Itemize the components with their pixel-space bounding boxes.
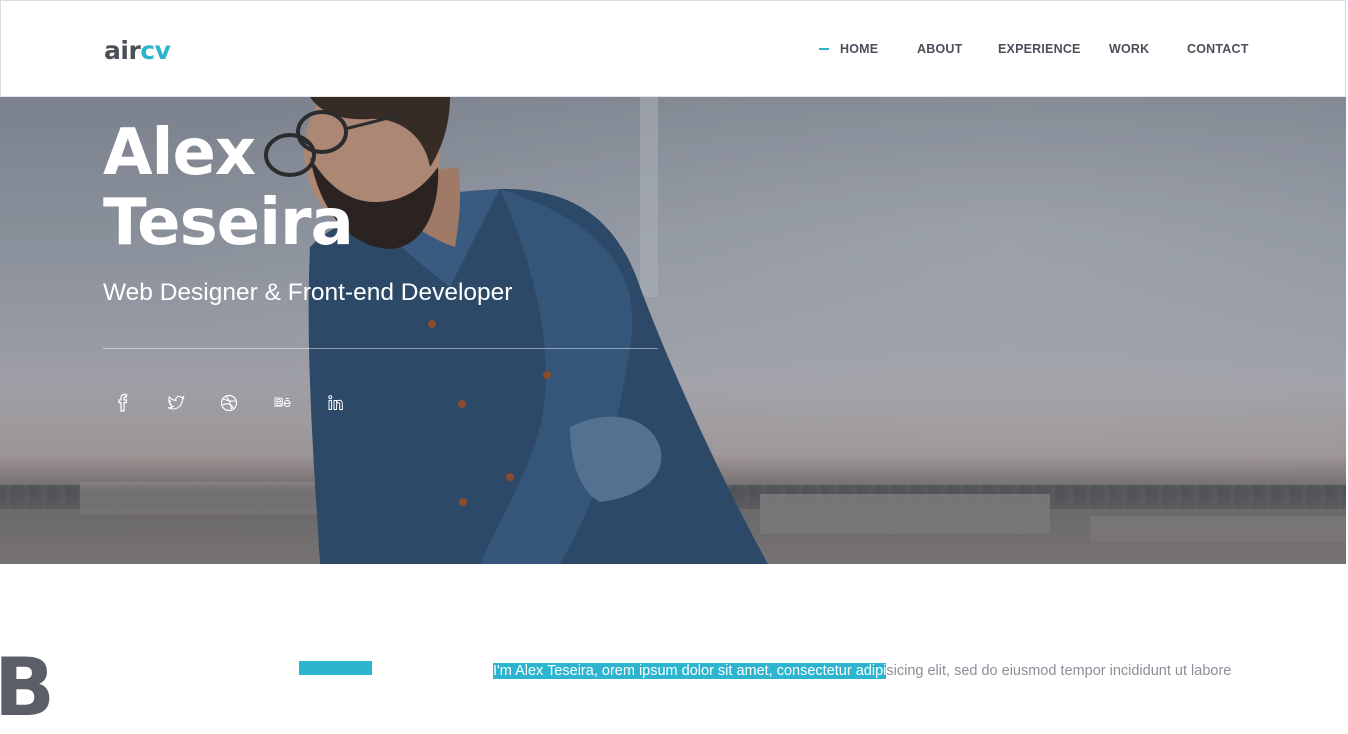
about-intro-highlight: I'm Alex Teseira, orem ipsum dolor sit a… (493, 663, 887, 679)
nav-item-work[interactable]: WORK (1109, 42, 1149, 56)
twitter-icon[interactable] (165, 392, 187, 414)
about-intro-rest: sicing elit, sed do eiusmod tempor incid… (886, 663, 1232, 679)
logo[interactable]: aircv (104, 36, 171, 65)
about-intro-text: I'm Alex Teseira, orem ipsum dolor sit a… (493, 662, 1253, 682)
behance-icon[interactable] (272, 392, 294, 414)
nav-item-about[interactable]: ABOUT (917, 42, 962, 56)
facebook-icon[interactable] (112, 392, 134, 414)
hero-divider (103, 348, 658, 349)
linkedin-icon[interactable] (325, 392, 347, 414)
dribbble-icon[interactable] (218, 392, 240, 414)
nav-item-home[interactable]: HOME (840, 42, 878, 56)
hero-last-name: Teseira (103, 186, 354, 260)
logo-part-cv: cv (140, 36, 171, 65)
hero-subtitle: Web Designer & Front-end Developer (103, 279, 513, 306)
active-nav-indicator (819, 48, 829, 50)
hero-first-name: Alex (103, 116, 256, 190)
hero-name: Alex Teseira (103, 116, 354, 260)
site-header: aircv HOME ABOUT EXPERIENCE WORK CONTACT (0, 0, 1346, 97)
about-accent-block (299, 661, 372, 675)
nav-item-experience[interactable]: EXPERIENCE (998, 42, 1081, 56)
nav-item-contact[interactable]: CONTACT (1187, 42, 1249, 56)
logo-part-air: air (104, 36, 141, 65)
about-section-letter: B (0, 641, 55, 734)
